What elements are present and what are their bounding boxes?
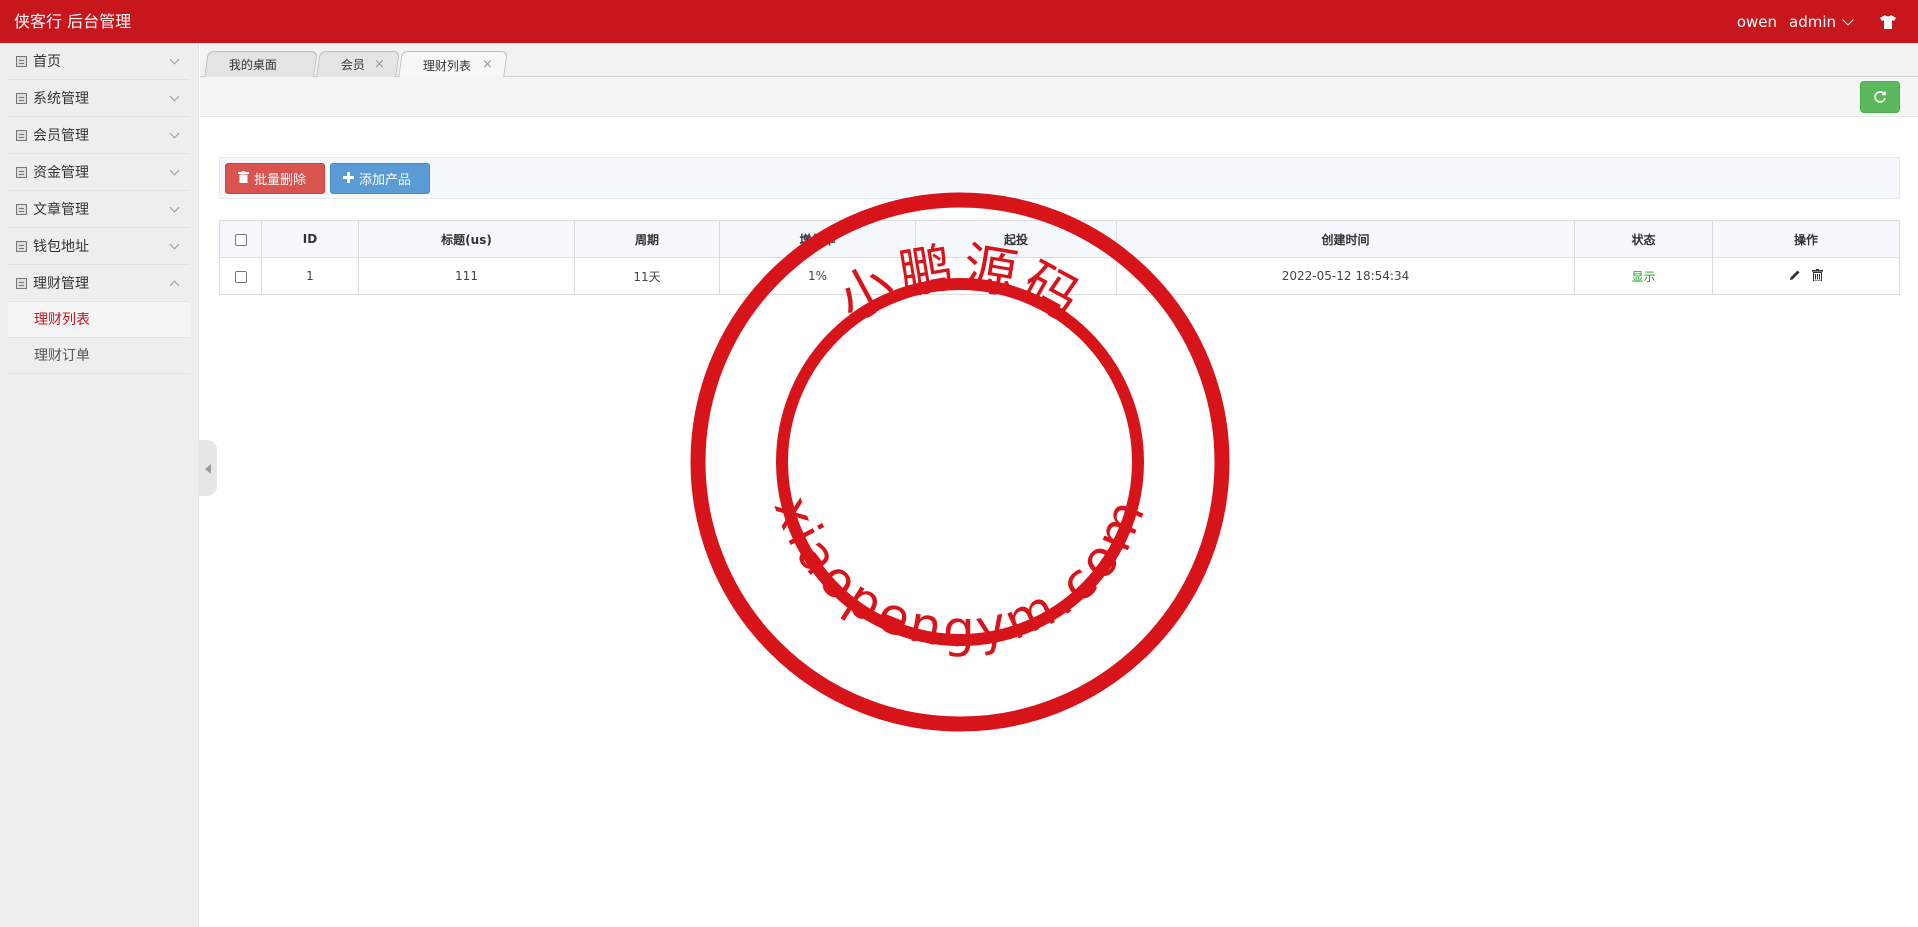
status-badge[interactable]: 显示 bbox=[1574, 257, 1713, 295]
trash-icon bbox=[238, 171, 249, 186]
sidebar-item-label: 首页 bbox=[33, 54, 61, 70]
list-icon bbox=[16, 129, 27, 141]
sidebar-item-label: 资金管理 bbox=[33, 165, 89, 181]
chevron-down-icon bbox=[1842, 13, 1854, 26]
column-header[interactable]: 创建时间 bbox=[1116, 220, 1575, 258]
batch-delete-label: 批量删除 bbox=[254, 173, 307, 188]
sidebar-item-home[interactable]: 首页 bbox=[8, 43, 190, 80]
column-header[interactable]: ID bbox=[261, 220, 359, 258]
cell-min-invest bbox=[915, 257, 1117, 295]
refresh-bar bbox=[200, 77, 1918, 117]
sidebar-item-funds[interactable]: 资金管理 bbox=[8, 154, 190, 191]
cell-rate: 1% bbox=[719, 257, 916, 295]
cell-title: 111 bbox=[358, 257, 575, 295]
tshirt-icon[interactable] bbox=[1858, 0, 1918, 43]
list-icon bbox=[16, 203, 27, 215]
cell-period: 11天 bbox=[574, 257, 720, 295]
plus-icon bbox=[343, 171, 354, 186]
add-product-button[interactable]: 添加产品 bbox=[330, 163, 430, 194]
admin-label: admin bbox=[1789, 12, 1836, 31]
edit-icon[interactable] bbox=[1789, 269, 1801, 284]
admin-dropdown[interactable]: admin bbox=[1789, 12, 1854, 31]
cell-created: 2022-05-12 18:54:34 bbox=[1116, 257, 1575, 295]
tab-bar: 我的桌面 会员 × 理财列表 × bbox=[200, 43, 1918, 78]
chevron-down-icon bbox=[169, 202, 180, 213]
column-header[interactable]: 状态 bbox=[1574, 220, 1713, 258]
sidebar-item-finance[interactable]: 理财管理 bbox=[8, 265, 190, 302]
table-header-row: ID 标题(us) 周期 增值率 起投 创建时间 状态 操作 bbox=[219, 220, 1900, 258]
sidebar-item-system[interactable]: 系统管理 bbox=[8, 80, 190, 117]
sidebar-item-label: 钱包地址 bbox=[33, 239, 89, 255]
svg-text:xiaopengym.com: xiaopengym.com bbox=[763, 487, 1159, 658]
batch-delete-button[interactable]: 批量删除 bbox=[225, 163, 325, 194]
sidebar: 首页 系统管理 会员管理 资金管理 文章管理 钱包地址 理财管理 理财列表 理财… bbox=[0, 43, 199, 927]
sidebar-submenu: 理财列表 理财订单 bbox=[8, 302, 190, 374]
sidebar-item-members[interactable]: 会员管理 bbox=[8, 117, 190, 154]
refresh-icon bbox=[1874, 91, 1886, 103]
tab-members[interactable]: 会员 × bbox=[316, 51, 400, 77]
sidebar-collapse-handle[interactable] bbox=[199, 440, 217, 496]
row-checkbox[interactable] bbox=[234, 270, 247, 283]
cell-id: 1 bbox=[261, 257, 359, 295]
sidebar-item-wallet[interactable]: 钱包地址 bbox=[8, 228, 190, 265]
chevron-down-icon bbox=[169, 91, 180, 102]
tab-finance-list[interactable]: 理财列表 × bbox=[398, 51, 508, 78]
list-icon bbox=[16, 277, 27, 289]
select-all-checkbox[interactable] bbox=[234, 233, 247, 246]
trash-icon[interactable] bbox=[1812, 268, 1824, 284]
refresh-button[interactable] bbox=[1860, 81, 1900, 113]
close-icon[interactable]: × bbox=[374, 57, 385, 72]
chevron-down-icon bbox=[169, 54, 180, 65]
sidebar-item-label: 文章管理 bbox=[33, 202, 89, 218]
select-all-cell bbox=[219, 220, 262, 258]
sidebar-item-label: 会员管理 bbox=[33, 128, 89, 144]
column-header[interactable]: 周期 bbox=[574, 220, 720, 258]
cell-actions bbox=[1712, 257, 1900, 295]
column-header[interactable]: 起投 bbox=[915, 220, 1117, 258]
tab-label: 会员 bbox=[340, 58, 365, 72]
table-row: 1 111 11天 1% 2022-05-12 18:54:34 显示 bbox=[219, 257, 1900, 295]
tab-label: 我的桌面 bbox=[228, 58, 277, 72]
top-header: 侠客行 后台管理 owen admin bbox=[0, 0, 1918, 43]
chevron-down-icon bbox=[169, 239, 180, 250]
sidebar-item-label: 理财管理 bbox=[33, 276, 89, 292]
list-icon bbox=[16, 166, 27, 178]
tab-label: 理财列表 bbox=[422, 58, 471, 73]
chevron-up-icon bbox=[169, 280, 180, 291]
sidebar-item-label: 系统管理 bbox=[33, 91, 89, 107]
column-header[interactable]: 增值率 bbox=[719, 220, 916, 258]
sidebar-subitem-finance-list[interactable]: 理财列表 bbox=[8, 302, 190, 338]
row-select-cell bbox=[219, 257, 262, 295]
product-table: ID 标题(us) 周期 增值率 起投 创建时间 状态 操作 1 111 11天… bbox=[219, 220, 1900, 295]
action-toolbar: 批量删除 添加产品 bbox=[219, 157, 1900, 199]
list-icon bbox=[16, 55, 27, 67]
chevron-down-icon bbox=[169, 128, 180, 139]
list-icon bbox=[16, 92, 27, 104]
column-header: 操作 bbox=[1712, 220, 1900, 258]
sidebar-item-articles[interactable]: 文章管理 bbox=[8, 191, 190, 228]
app-logo[interactable]: 侠客行 后台管理 bbox=[14, 0, 131, 43]
chevron-down-icon bbox=[169, 165, 180, 176]
username[interactable]: owen bbox=[1737, 13, 1777, 31]
watermark-en-text: xiaopengym.com bbox=[763, 487, 1154, 658]
close-icon[interactable]: × bbox=[482, 57, 493, 72]
sidebar-subitem-finance-orders[interactable]: 理财订单 bbox=[8, 338, 190, 374]
column-header[interactable]: 标题(us) bbox=[358, 220, 575, 258]
tab-desktop[interactable]: 我的桌面 bbox=[204, 51, 318, 77]
add-product-label: 添加产品 bbox=[359, 173, 412, 188]
list-icon bbox=[16, 240, 27, 252]
